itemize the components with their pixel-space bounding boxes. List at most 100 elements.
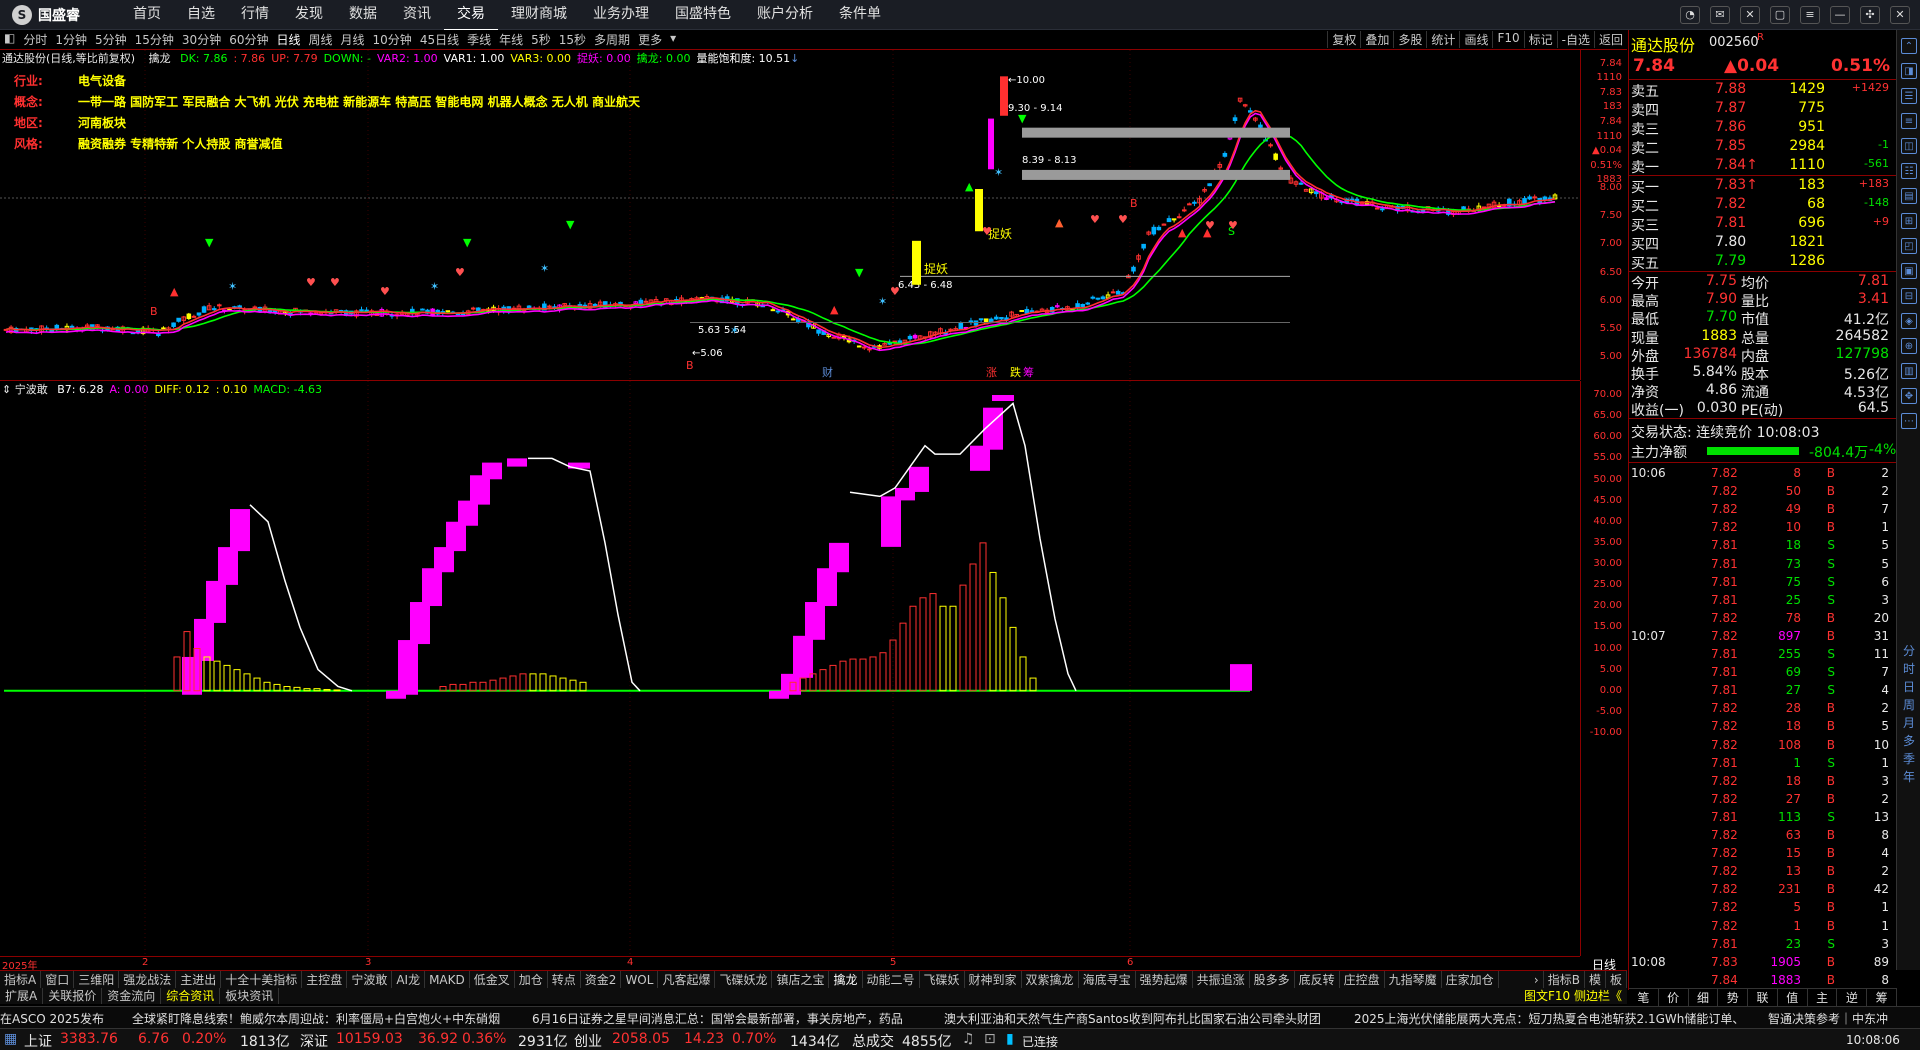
quote-tab[interactable]: 值: [1778, 989, 1808, 1006]
news-item[interactable]: 智通决策参考｜中东冲: [1768, 1010, 1888, 1027]
quote-tab[interactable]: 筹: [1867, 989, 1898, 1006]
menu-item[interactable]: 账户分析: [744, 0, 826, 31]
sidebar-period[interactable]: 季: [1903, 750, 1915, 767]
chart-tool-button[interactable]: 统计: [1426, 31, 1459, 48]
sidebar-tool-icon[interactable]: ▣: [1901, 263, 1917, 279]
sidebar-tool-icon[interactable]: ◈: [1901, 313, 1917, 329]
menu-item[interactable]: 理财商城: [498, 0, 580, 31]
ask-row[interactable]: 卖二 7.85 2984 -1: [1629, 138, 1897, 157]
cy-label[interactable]: 创业: [574, 1031, 602, 1050]
indicator-tab[interactable]: 底反转: [1295, 971, 1340, 988]
period-tab[interactable]: 1分钟: [51, 31, 91, 48]
period-tab[interactable]: 45日线: [416, 31, 463, 48]
sidebar-tool-icon[interactable]: ▥: [1901, 363, 1917, 379]
indicator-tab[interactable]: 指标B: [1544, 971, 1585, 988]
sidebar-tool-icon[interactable]: ≡: [1901, 113, 1917, 129]
indicator-tab[interactable]: AI龙: [392, 971, 426, 988]
period-tab[interactable]: 分时: [19, 31, 51, 48]
sidebar-tool-icon[interactable]: ☷: [1901, 163, 1917, 179]
chart-tool-button[interactable]: 返回: [1593, 31, 1627, 48]
period-tab[interactable]: 更多: [634, 31, 666, 48]
chart-tool-button[interactable]: 复权: [1327, 31, 1360, 48]
indicator-tab[interactable]: 强龙战法: [119, 971, 177, 988]
period-tab[interactable]: 5分钟: [91, 31, 131, 48]
bid-row[interactable]: 买二 7.82 68 -148: [1629, 196, 1897, 215]
period-tab[interactable]: 15分钟: [131, 31, 178, 48]
indicator-tab[interactable]: 动能二号: [863, 971, 920, 988]
sh-label[interactable]: 上证: [24, 1031, 52, 1050]
sidebar-tool-icon[interactable]: ⌃: [1901, 38, 1917, 54]
indicator-tab[interactable]: WOL: [621, 971, 659, 988]
period-tab[interactable]: 月线: [337, 31, 369, 48]
indicator-tab[interactable]: 擒龙: [829, 971, 863, 988]
bid-row[interactable]: 买五 7.79 1286: [1629, 253, 1897, 272]
indicator-tab[interactable]: 模: [1585, 971, 1606, 988]
indicator-tab[interactable]: 指标A: [0, 971, 42, 988]
indicator-tab[interactable]: 镇店之宝: [772, 971, 830, 988]
chart-tool-button[interactable]: 叠加: [1360, 31, 1393, 48]
minimize-icon[interactable]: —: [1830, 5, 1850, 24]
sidebar-period[interactable]: 周: [1903, 696, 1915, 713]
sidebar-period[interactable]: 年: [1903, 768, 1915, 785]
menu-item[interactable]: 国盛特色: [662, 0, 744, 31]
indicator-tab[interactable]: 强势起爆: [1136, 971, 1193, 988]
menu-item[interactable]: 发现: [282, 0, 336, 31]
news-item[interactable]: 在ASCO 2025发布: [0, 1010, 104, 1027]
news-item[interactable]: 2025上海光伏储能展两大亮点：短刀热夏合电池斩获2.1GWh储能订单、: [1354, 1010, 1744, 1027]
indicator-tab[interactable]: 共振追涨: [1193, 971, 1250, 988]
period-tab[interactable]: 15秒: [555, 31, 590, 48]
period-tab[interactable]: 日线: [272, 31, 304, 48]
sidebar-period[interactable]: 分: [1903, 642, 1915, 659]
scroll-right-icon[interactable]: ›: [1530, 971, 1544, 988]
indicator-tab[interactable]: 庄家加仓: [1442, 971, 1499, 988]
indicator-tab[interactable]: 庄控盘: [1340, 971, 1385, 988]
dropdown-icon[interactable]: ▾: [666, 31, 680, 48]
bid-row[interactable]: 买四 7.80 1821: [1629, 234, 1897, 253]
menu-item[interactable]: 资讯: [390, 0, 444, 31]
quote-tab[interactable]: 势: [1718, 989, 1749, 1006]
bid-row[interactable]: 买一 7.83↑ 183 +183: [1629, 177, 1897, 196]
indicator-tab[interactable]: 主控盘: [302, 971, 348, 988]
indicator-tab[interactable]: 板: [1606, 971, 1627, 988]
indicator-tab[interactable]: 财神到家: [965, 971, 1022, 988]
sidebar-period[interactable]: 月: [1903, 714, 1915, 731]
period-tab[interactable]: 10分钟: [369, 31, 416, 48]
indicator-tab[interactable]: 十全十美指标: [221, 971, 303, 988]
sidebar-period[interactable]: 时: [1903, 660, 1915, 677]
indicator-tab[interactable]: 转点: [548, 971, 581, 988]
indicator-tab[interactable]: 资金2: [581, 971, 622, 988]
period-tab[interactable]: 60分钟: [225, 31, 272, 48]
sidebar-tool-icon[interactable]: ⋯: [1901, 413, 1917, 429]
skin-icon[interactable]: ▢: [1770, 5, 1790, 24]
quote-tab[interactable]: 细: [1689, 989, 1719, 1006]
chart-tool-button[interactable]: 标记: [1523, 31, 1557, 48]
chart-tool-button[interactable]: 多股: [1393, 31, 1426, 48]
period-tab[interactable]: 多周期: [590, 31, 634, 48]
news-ticker[interactable]: 在ASCO 2025发布 全球紧盯降息线索！鲍威尔本周迎战：利率僵局+白宫炮火+中…: [0, 1006, 1920, 1028]
sz-label[interactable]: 深证: [300, 1031, 328, 1050]
period-tab[interactable]: 年线: [495, 31, 527, 48]
sidebar-tool-icon[interactable]: ◨: [1901, 63, 1917, 79]
info-tab[interactable]: 板块资讯: [220, 988, 280, 1004]
news-item[interactable]: 6月16日证券之星早间消息汇总：国常会最新部署，事关房地产，药品: [532, 1010, 903, 1027]
indicator-tab[interactable]: 低金叉: [470, 971, 515, 988]
ask-row[interactable]: 卖四 7.87 775: [1629, 100, 1897, 119]
info-tab[interactable]: 综合资讯: [161, 988, 221, 1004]
indicator-tab[interactable]: 股多多: [1250, 971, 1295, 988]
indicator-tab[interactable]: 飞碟妖: [920, 971, 965, 988]
menu-icon[interactable]: ≡: [1800, 5, 1820, 24]
sidebar-period[interactable]: 多: [1903, 732, 1915, 749]
message-icon[interactable]: ✉: [1710, 5, 1730, 24]
indicator-tab[interactable]: 凡客起爆: [658, 971, 716, 988]
sidebar-tool-icon[interactable]: ◰: [1901, 238, 1917, 254]
news-item[interactable]: 全球紧盯降息线索！鲍威尔本周迎战：利率僵局+白宫炮火+中东硝烟: [132, 1010, 500, 1027]
main-chart-area[interactable]: 通达股份(日线,等比前复权) 擒龙 DK: 7.86: 7.86 UP: 7.79…: [0, 50, 1580, 380]
sidebar-tool-icon[interactable]: ⊕: [1901, 338, 1917, 354]
chart-tool-button[interactable]: -自选: [1556, 31, 1594, 48]
indicator-tab[interactable]: 双紫擒龙: [1022, 971, 1079, 988]
period-tab[interactable]: 季线: [463, 31, 495, 48]
info-tab[interactable]: 资金流向: [102, 988, 162, 1004]
indicator-tab[interactable]: 窗口: [41, 971, 75, 988]
menu-item[interactable]: 条件单: [826, 0, 894, 31]
expand-icon[interactable]: ◧: [0, 31, 19, 48]
